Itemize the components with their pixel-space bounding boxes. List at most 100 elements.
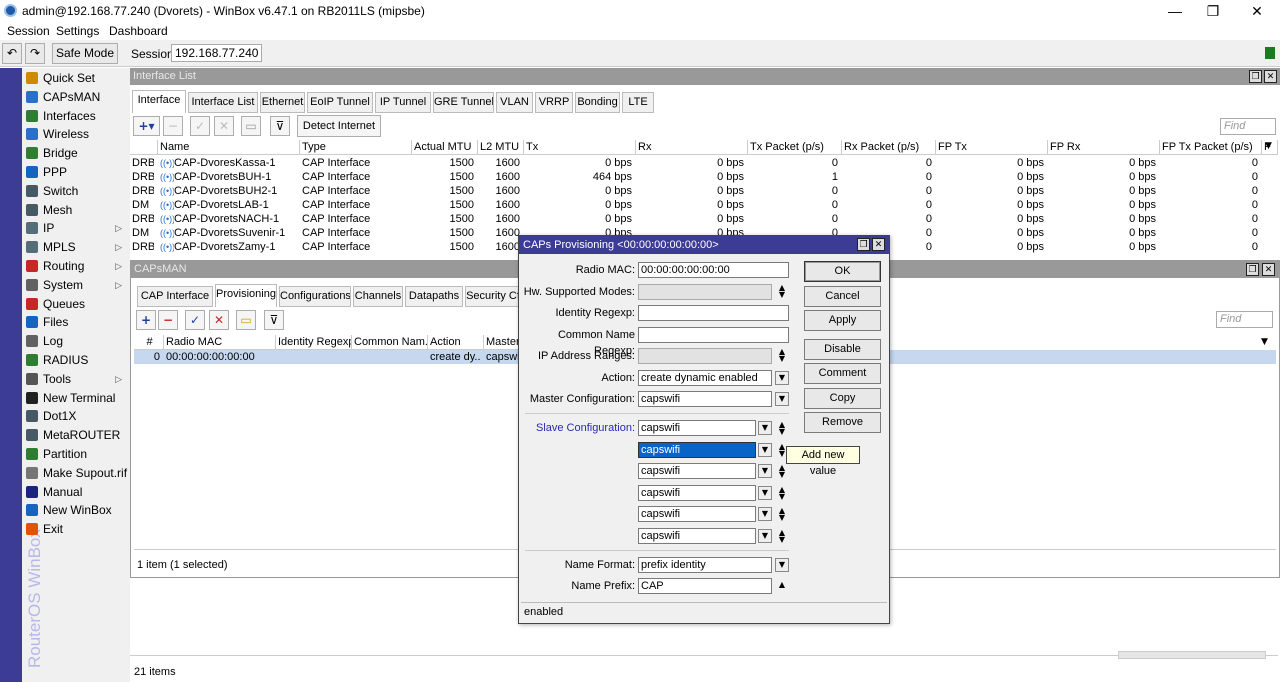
tab-eoip-tunnel[interactable]: EoIP Tunnel <box>307 92 373 113</box>
dropdown-icon[interactable]: ▼ <box>758 507 772 521</box>
sidebar-item-queues[interactable]: Queues <box>22 295 130 314</box>
column-menu-icon[interactable]: ▼ <box>1261 337 1268 347</box>
slave-config-select[interactable]: capswifi <box>638 441 756 458</box>
column-header[interactable]: FP Tx Packet (p/s) <box>1160 140 1262 155</box>
disable-button[interactable]: ✕ <box>209 310 229 330</box>
add-remove-value-icon[interactable]: ▲ ▼ <box>777 485 787 500</box>
sidebar-item-exit[interactable]: Exit <box>22 520 130 539</box>
tab-security-cf[interactable]: Security Cf <box>465 286 521 307</box>
sidebar-item-new-terminal[interactable]: New Terminal <box>22 389 130 408</box>
table-row[interactable]: DRB ((•)) CAP-DvoresKassa-1 CAP Interface 15… <box>130 156 1278 170</box>
close-icon[interactable]: ✕ <box>872 238 885 251</box>
enable-button[interactable]: ✓ <box>190 116 210 136</box>
add-remove-value-icon[interactable]: ▲ ▼ <box>777 507 787 522</box>
remove-button[interactable]: Remove <box>804 412 881 433</box>
column-header[interactable]: Tx <box>524 140 636 155</box>
updown-icon[interactable]: ▲ ▼ <box>777 284 787 299</box>
dropdown-icon[interactable]: ▼ <box>775 558 789 572</box>
tab-bonding[interactable]: Bonding <box>575 92 620 113</box>
close-icon[interactable]: ✕ <box>1264 70 1277 83</box>
cancel-button[interactable]: Cancel <box>804 286 881 307</box>
sidebar-item-quick-set[interactable]: Quick Set <box>22 69 130 88</box>
maximize-button[interactable]: ❐ <box>1198 2 1228 20</box>
tab-datapaths[interactable]: Datapaths <box>405 286 463 307</box>
sidebar-item-mpls[interactable]: MPLS ▷ <box>22 238 130 257</box>
sidebar-item-system[interactable]: System ▷ <box>22 276 130 295</box>
identity-regexp-input[interactable] <box>638 305 789 321</box>
column-header[interactable]: FP Rx <box>1048 140 1160 155</box>
tab-configurations[interactable]: Configurations <box>279 286 351 307</box>
tab-interface[interactable]: Interface <box>132 90 186 113</box>
sidebar-item-ip[interactable]: IP ▷ <box>22 219 130 238</box>
close-icon[interactable]: ✕ <box>1262 263 1275 276</box>
horizontal-scrollbar[interactable] <box>1118 651 1266 659</box>
tab-channels[interactable]: Channels <box>353 286 403 307</box>
tab-interface-list[interactable]: Interface List <box>188 92 258 113</box>
column-header[interactable]: Rx <box>636 140 748 155</box>
close-button[interactable]: ✕ <box>1242 2 1272 20</box>
menu-dashboard[interactable]: Dashboard <box>109 24 168 38</box>
dropdown-icon[interactable]: ▼ <box>758 442 772 457</box>
comment-button[interactable]: Comment <box>804 363 881 384</box>
sidebar-item-bridge[interactable]: Bridge <box>22 144 130 163</box>
dropdown-icon[interactable]: ▼ <box>758 421 772 435</box>
restore-icon[interactable]: ❐ <box>1246 263 1259 276</box>
column-header[interactable]: Action <box>428 335 484 350</box>
comment-button[interactable]: ▭ <box>241 116 261 136</box>
ok-button[interactable]: OK <box>804 261 881 282</box>
table-row[interactable]: DRB ((•)) CAP-DvoretsBUH-1 CAP Interface 150… <box>130 170 1278 184</box>
menu-session[interactable]: Session <box>7 24 50 38</box>
filter-button[interactable]: ⊽ <box>264 310 284 330</box>
sidebar-item-manual[interactable]: Manual <box>22 483 130 502</box>
interface-find-input[interactable]: Find <box>1220 118 1276 135</box>
tab-vlan[interactable]: VLAN <box>496 92 533 113</box>
minimize-button[interactable]: — <box>1160 2 1190 20</box>
redo-button[interactable]: ↷ <box>25 43 45 64</box>
capsman-find-input[interactable]: Find <box>1216 311 1273 328</box>
slave-config-select[interactable]: capswifi <box>638 484 756 501</box>
sidebar-item-metarouter[interactable]: MetaROUTER <box>22 426 130 445</box>
tab-provisioning[interactable]: Provisioning <box>215 284 277 307</box>
tab-gre-tunnel[interactable]: GRE Tunnel <box>433 92 494 113</box>
add-remove-value-icon[interactable]: ▲ ▼ <box>777 421 787 436</box>
name-prefix-input[interactable]: CAP <box>638 578 772 594</box>
table-row[interactable]: DRB ((•)) CAP-DvoretsNACH-1 CAP Interface 15… <box>130 212 1278 226</box>
action-select[interactable]: create dynamic enabled <box>638 370 772 386</box>
updown-icon[interactable]: ▲ ▼ <box>777 348 787 363</box>
common-name-input[interactable] <box>638 327 789 343</box>
sidebar-item-interfaces[interactable]: Interfaces <box>22 107 130 126</box>
sidebar-item-dot1x[interactable]: Dot1X <box>22 407 130 426</box>
disable-button[interactable]: Disable <box>804 339 881 360</box>
column-header[interactable]: Common Nam... <box>352 335 428 350</box>
add-button[interactable]: + <box>136 310 156 330</box>
dropdown-icon[interactable]: ▼ <box>758 464 772 478</box>
sidebar-item-partition[interactable]: Partition <box>22 445 130 464</box>
radio-mac-input[interactable]: 00:00:00:00:00:00 <box>638 262 789 278</box>
column-header[interactable]: Name <box>158 140 300 155</box>
column-header[interactable]: Radio MAC <box>164 335 276 350</box>
tab-lte[interactable]: LTE <box>622 92 654 113</box>
dropdown-icon[interactable]: ▼ <box>775 392 789 406</box>
sidebar-item-switch[interactable]: Switch <box>22 182 130 201</box>
add-remove-value-icon[interactable]: ▲ ▼ <box>777 528 787 543</box>
restore-icon[interactable]: ❐ <box>857 238 870 251</box>
tab-ip-tunnel[interactable]: IP Tunnel <box>375 92 431 113</box>
sidebar-item-make-supout-rif[interactable]: Make Supout.rif <box>22 464 130 483</box>
column-header[interactable]: Type <box>300 140 412 155</box>
master-config-select[interactable]: capswifi <box>638 391 772 407</box>
sidebar-item-log[interactable]: Log <box>22 332 130 351</box>
column-header[interactable]: Tx Packet (p/s) <box>748 140 842 155</box>
sidebar-item-files[interactable]: Files <box>22 313 130 332</box>
column-header[interactable]: Rx Packet (p/s) <box>842 140 936 155</box>
sidebar-item-ppp[interactable]: PPP <box>22 163 130 182</box>
disable-button[interactable]: ✕ <box>214 116 234 136</box>
column-header[interactable]: # <box>134 335 164 350</box>
ip-ranges-input[interactable] <box>638 348 772 364</box>
slave-config-label[interactable]: Slave Configuration: <box>519 420 635 436</box>
copy-button[interactable]: Copy <box>804 388 881 409</box>
column-header[interactable]: FP Tx <box>936 140 1048 155</box>
add-remove-value-icon[interactable]: ▲ ▼ <box>777 464 787 479</box>
tab-cap-interface[interactable]: CAP Interface <box>137 286 213 307</box>
tab-vrrp[interactable]: VRRP <box>535 92 573 113</box>
name-format-select[interactable]: prefix identity <box>638 557 772 573</box>
